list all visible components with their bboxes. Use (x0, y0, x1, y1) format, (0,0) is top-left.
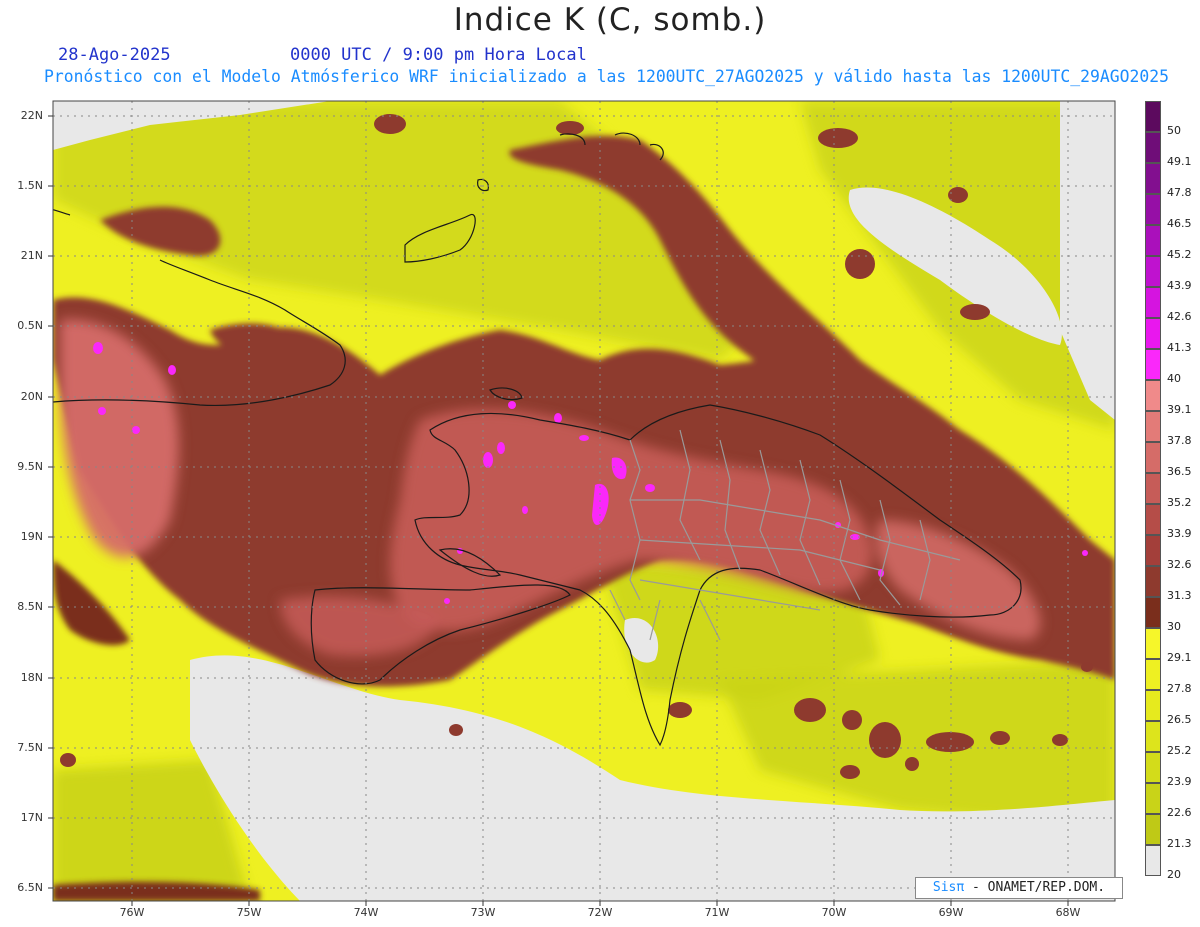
colorbar-segment (1145, 690, 1161, 721)
colorbar-segment (1145, 442, 1161, 473)
colorbar-label: 50 (1167, 124, 1181, 137)
lon-label: 74W (353, 906, 379, 919)
colorbar-label: 42.6 (1167, 310, 1192, 323)
colorbar-segment (1145, 132, 1161, 163)
lon-label: 73W (470, 906, 496, 919)
colorbar-segment (1145, 752, 1161, 783)
colorbar-label: 31.3 (1167, 589, 1192, 602)
lon-label: 76W (119, 906, 145, 919)
lat-label: 20N (20, 390, 43, 403)
colorbar-segment (1145, 814, 1161, 845)
colorbar-segment (1145, 504, 1161, 535)
colorbar-label: 49.1 (1167, 155, 1192, 168)
colorbar-segment (1145, 101, 1161, 132)
colorbar-label: 29.1 (1167, 651, 1192, 664)
colorbar-segment (1145, 628, 1161, 659)
colorbar-segment (1145, 535, 1161, 566)
credit-text: - ONAMET/REP.DOM. (964, 880, 1106, 895)
colorbar-segment (1145, 473, 1161, 504)
colorbar-segment (1145, 163, 1161, 194)
colorbar-label: 27.8 (1167, 682, 1192, 695)
lat-label: 1.5N (17, 179, 43, 192)
lon-label: 69W (938, 906, 964, 919)
colorbar-label: 46.5 (1167, 217, 1192, 230)
colorbar-label: 43.9 (1167, 279, 1192, 292)
colorbar-label: 35.2 (1167, 496, 1192, 509)
lat-label: 19N (20, 530, 43, 543)
colorbar-label: 47.8 (1167, 186, 1192, 199)
colorbar-segment (1145, 721, 1161, 752)
colorbar-segment (1145, 225, 1161, 256)
colorbar-label: 23.9 (1167, 775, 1192, 788)
colorbar-label: 33.9 (1167, 527, 1192, 540)
lat-label: 7.5N (17, 741, 43, 754)
colorbar-label: 36.5 (1167, 465, 1192, 478)
lon-label: 70W (821, 906, 847, 919)
colorbar-label: 37.8 (1167, 434, 1192, 447)
colorbar-segment (1145, 411, 1161, 442)
lon-label: 71W (704, 906, 730, 919)
colorbar-segment (1145, 380, 1161, 411)
colorbar-segment (1145, 349, 1161, 380)
lon-label: 68W (1055, 906, 1081, 919)
colorbar-label: 22.6 (1167, 806, 1192, 819)
lon-label: 72W (587, 906, 613, 919)
colorbar-label: 30 (1167, 620, 1181, 633)
lat-label: 6.5N (17, 881, 43, 894)
credit-brand: Sisπ (932, 880, 965, 895)
lat-label: 0.5N (17, 319, 43, 332)
colorbar-segment (1145, 783, 1161, 814)
colorbar-label: 39.1 (1167, 403, 1192, 416)
colorbar-segment (1145, 845, 1161, 876)
colorbar-label: 21.3 (1167, 837, 1192, 850)
colorbar-segment (1145, 318, 1161, 349)
colorbar-label: 20 (1167, 868, 1181, 881)
colorbar-segment (1145, 256, 1161, 287)
lat-label: 21N (20, 249, 43, 262)
colorbar-label: 32.6 (1167, 558, 1192, 571)
lat-label: 8.5N (17, 600, 43, 613)
colorbar-segment (1145, 194, 1161, 225)
colorbar-segment (1145, 287, 1161, 318)
colorbar-label: 41.3 (1167, 341, 1192, 354)
colorbar-segment (1145, 566, 1161, 597)
colorbar-label: 40 (1167, 372, 1181, 385)
lat-label: 18N (20, 671, 43, 684)
map-canvas (48, 100, 1116, 906)
colorbar-segment (1145, 659, 1161, 690)
colorbar-label: 25.2 (1167, 744, 1192, 757)
credit-box: Sisπ - ONAMET/REP.DOM. (915, 877, 1123, 899)
colorbar-label: 45.2 (1167, 248, 1192, 261)
colorbar-segment (1145, 597, 1161, 628)
lon-label: 75W (236, 906, 262, 919)
colorbar-label: 26.5 (1167, 713, 1192, 726)
lat-label: 22N (20, 109, 43, 122)
lat-label: 17N (20, 811, 43, 824)
lat-label: 9.5N (17, 460, 43, 473)
